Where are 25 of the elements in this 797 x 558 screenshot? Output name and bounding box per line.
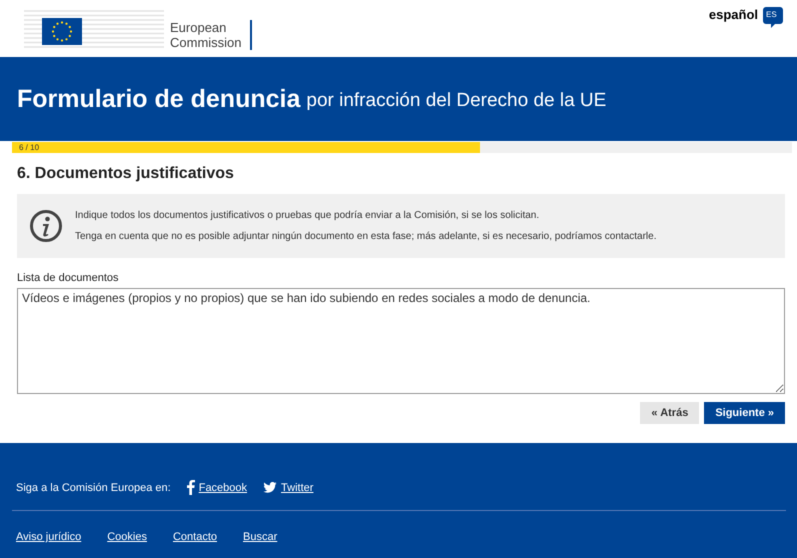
next-button[interactable]: Siguiente » <box>704 402 785 424</box>
page-title: Formulario de denuncia <box>17 84 300 114</box>
info-text: Indique todos los documentos justificativos o pruebas que podría enviar a la Comisión, si se los solicitan. <box>75 210 540 221</box>
social-link[interactable]: Twitter <box>281 482 314 494</box>
language-selector[interactable]: español ES <box>708 0 783 57</box>
info-text: Tenga en cuenta que no es posible adjuntar ningún documento en esta fase; más adelante, si es necesario, podríamos contactarle. <box>75 231 656 242</box>
follow-text: Siga a la Comisión Europea en: <box>16 482 171 494</box>
logo-text: European <box>170 20 228 34</box>
social-link[interactable]: Facebook <box>198 482 248 494</box>
footer-link[interactable]: Buscar <box>243 531 278 543</box>
footer-link[interactable]: Cookies <box>107 531 147 543</box>
facebook-icon <box>186 480 195 495</box>
section-title: 6. Documentos justificativos <box>17 165 235 183</box>
language-code: ES <box>766 10 777 19</box>
language-badge-icon <box>763 7 783 29</box>
progress-label: 6 / 10 <box>19 143 40 152</box>
back-button[interactable]: « Atrás <box>640 402 700 424</box>
field-label: Lista de documentos <box>17 272 120 284</box>
bird-icon <box>263 482 278 493</box>
page-subtitle: por infracción del Derecho de la UE <box>306 90 606 112</box>
logo-text: Commission <box>170 34 242 50</box>
footer-link[interactable]: Contacto <box>172 531 217 543</box>
documents-field[interactable]: Vídeos e imágenes (propios y no propios) que se han ido subiendo en redes sociales a modo de denuncia. <box>17 288 785 394</box>
footer-link[interactable]: Aviso jurídico <box>16 531 82 543</box>
info-icon <box>29 209 63 243</box>
